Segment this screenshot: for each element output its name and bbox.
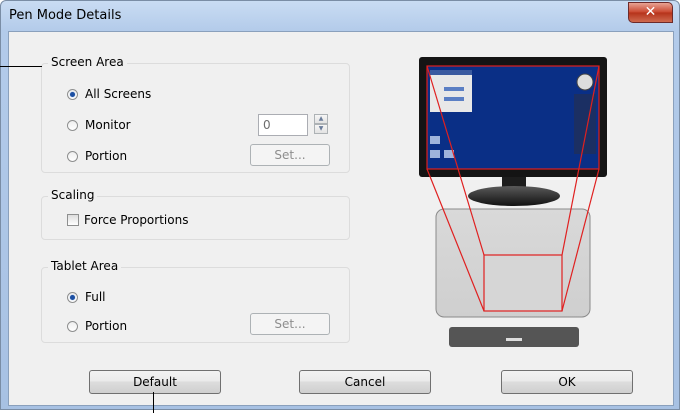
desktop-icon [430, 136, 440, 144]
screen-area-label: Screen Area [48, 55, 127, 69]
screen-portion-radio-dot[interactable] [67, 150, 78, 162]
desktop-window-bar [430, 70, 472, 75]
tablet-logo [506, 338, 522, 341]
monitor-radio-dot[interactable] [67, 119, 78, 131]
desktop-clock-icon [576, 73, 594, 91]
tablet-portion-label: Portion [85, 319, 128, 333]
mapping-illustration [419, 57, 607, 347]
screen-set-button[interactable]: Set... [250, 144, 330, 166]
tablet-set-button[interactable]: Set... [250, 313, 330, 335]
ok-button[interactable]: OK [501, 370, 633, 394]
screen-portion-radio[interactable]: Portion [67, 149, 127, 163]
force-proportions-label: Force Proportions [84, 213, 189, 227]
spin-down-icon[interactable]: ▼ [314, 124, 328, 134]
tablet-active-area [483, 254, 563, 312]
tablet-portion-radio[interactable]: Portion [67, 319, 127, 333]
tablet-area-label: Tablet Area [48, 259, 122, 273]
close-icon: ✕ [644, 4, 657, 20]
full-radio-dot[interactable] [67, 291, 78, 303]
default-button[interactable]: Default [89, 370, 221, 394]
dialog-client-area: Screen Area All Screens Monitor 0 ▲ ▼ Po… [8, 31, 674, 406]
force-proportions-checkbox[interactable]: Force Proportions [67, 213, 188, 227]
full-label: Full [85, 290, 106, 304]
tablet-base [449, 327, 579, 347]
monitor-label: Monitor [85, 118, 131, 132]
window-title: Pen Mode Details [9, 8, 122, 23]
desktop-window-field [444, 87, 464, 91]
scaling-label: Scaling [48, 188, 98, 202]
monitor-spinner[interactable]: ▲ ▼ [314, 114, 328, 134]
cancel-button[interactable]: Cancel [299, 370, 431, 394]
tablet-portion-radio-dot[interactable] [67, 320, 78, 332]
screen-portion-label: Portion [85, 149, 128, 163]
all-screens-radio-dot[interactable] [67, 88, 78, 100]
desktop-sidebar [574, 94, 596, 154]
title-bar[interactable]: Pen Mode Details ✕ [1, 1, 679, 31]
monitor-number-input[interactable]: 0 [258, 114, 308, 136]
all-screens-label: All Screens [85, 87, 152, 101]
spin-up-icon[interactable]: ▲ [314, 114, 328, 124]
monitor-radio[interactable]: Monitor [67, 118, 131, 132]
callout-line-default [153, 392, 154, 413]
full-radio[interactable]: Full [67, 290, 106, 304]
monitor-base [468, 186, 560, 206]
callout-line-screen-area [0, 66, 42, 67]
pen-mode-details-dialog: Pen Mode Details ✕ Screen Area All Scree… [0, 0, 680, 410]
all-screens-radio[interactable]: All Screens [67, 87, 151, 101]
close-button[interactable]: ✕ [628, 2, 673, 23]
desktop-window-field [444, 97, 464, 101]
force-proportions-box[interactable] [67, 214, 79, 226]
desktop-icon [430, 150, 440, 158]
